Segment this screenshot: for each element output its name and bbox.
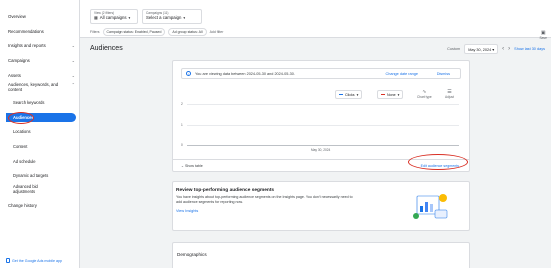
sidebar-item-campaigns[interactable]: Campaigns ⌄ — [8, 56, 75, 65]
sidebar-item-label: Advanced bid adjustments — [13, 184, 38, 194]
sidebar-item-label: Audiences, keywords, and content — [8, 82, 59, 92]
filter-chip-ad-group-status[interactable]: Ad group status: All — [168, 28, 207, 36]
review-description: You have insights about top-performing a… — [176, 195, 353, 204]
chart-gridline — [187, 104, 459, 105]
chevron-up-icon: ⌃ — [71, 82, 75, 87]
annotation-circle — [8, 112, 34, 124]
demographics-card: Demographics — [172, 242, 470, 268]
sidebar-subitem-dynamic-ad-targets[interactable]: Dynamic ad targets — [13, 171, 75, 180]
chevron-down-icon: ▾ — [183, 15, 186, 20]
sidebar-item-label: Overview — [8, 14, 26, 19]
sidebar-item-label: Insights and reports — [8, 43, 46, 48]
sidebar-item-recommendations[interactable]: Recommendations — [8, 27, 75, 36]
chevron-down-icon: ⌄ — [71, 43, 75, 48]
chevron-down-icon: ▾ — [397, 92, 400, 97]
annotation-oval — [408, 154, 468, 170]
view-selector-value: All campaigns — [99, 15, 127, 20]
y-tick-label: 0 — [181, 143, 183, 147]
metric-selector-2[interactable]: None ▾ — [377, 90, 404, 99]
chevron-down-icon: ⌄ — [71, 73, 75, 78]
dismiss-link[interactable]: Dismiss — [437, 72, 450, 76]
chart-type-button[interactable]: ∿ Chart type — [417, 89, 432, 99]
chevron-down-icon: ▾ — [128, 15, 131, 20]
sidebar-item-label: Search keywords — [13, 100, 45, 105]
date-range-label: Custom — [447, 47, 461, 51]
campaign-selector[interactable]: Campaigns (11) Select a campaign ▾ — [142, 9, 202, 24]
view-insights-link[interactable]: View Insights — [176, 209, 198, 213]
add-filter-link[interactable]: Add filter — [210, 30, 224, 34]
chevron-down-icon: ⌄ — [181, 163, 185, 168]
sidebar-item-label: Assets — [8, 73, 21, 78]
change-date-range-link[interactable]: Change date range — [385, 72, 418, 76]
sidebar-item-label: Locations — [13, 129, 31, 134]
metric-2-label: None — [387, 92, 396, 97]
x-tick-label: May 30, 2024 — [311, 148, 331, 152]
show-last-30-days-link[interactable]: Show last 30 days — [514, 47, 545, 51]
date-range-bar: Custom May 30, 2024 ▾ ‹ › Show last 30 d… — [447, 44, 545, 54]
sidebar-item-assets[interactable]: Assets ⌄ — [8, 71, 75, 80]
adjust-label: Adjust — [445, 95, 454, 99]
adjust-button[interactable]: ☰ Adjust — [445, 89, 454, 99]
chevron-down-icon: ▾ — [356, 92, 359, 97]
review-title: Review top-performing audience segments — [176, 188, 275, 193]
demographics-title: Demographics — [177, 252, 207, 257]
filters-label: Filters — [90, 30, 100, 34]
sidebar-item-label: Campaigns — [8, 58, 30, 63]
sidebar-subitem-content[interactable]: Content — [13, 142, 75, 151]
grid-icon: ▦ — [94, 15, 98, 20]
sidebar-item-label: Content — [13, 144, 28, 149]
sidebar-item-overview[interactable]: Overview — [8, 12, 75, 21]
chevron-left-icon[interactable]: ‹ — [502, 46, 504, 52]
filter-header: View (2 filters) ▦ All campaigns ▾ Campa… — [80, 0, 551, 40]
metric-selector-1[interactable]: Clicks ▾ — [335, 90, 363, 99]
sidebar-subitem-locations[interactable]: Locations — [13, 127, 75, 136]
sidebar-subitem-advanced-bid[interactable]: Advanced bid adjustments — [13, 183, 75, 195]
insights-illustration — [413, 194, 448, 219]
y-tick-label: 1 — [181, 123, 183, 127]
chart-type-label: Chart type — [417, 95, 432, 99]
date-range-picker[interactable]: May 30, 2024 ▾ — [464, 44, 499, 54]
view-selector[interactable]: View (2 filters) ▦ All campaigns ▾ — [90, 9, 138, 24]
mobile-app-link[interactable]: Get the Google Ads mobile app — [6, 258, 62, 263]
metric-color-swatch — [381, 94, 385, 95]
filter-bar: Filters Campaign status: Enabled, Paused… — [90, 28, 223, 36]
sidebar-item-label: Ad schedule — [13, 159, 36, 164]
sidebar-item-label: Recommendations — [8, 29, 44, 34]
sidebar-subitem-ad-schedule[interactable]: Ad schedule — [13, 157, 75, 166]
show-table-label: Show table — [185, 163, 203, 168]
sidebar-item-change-history[interactable]: Change history — [8, 201, 75, 210]
phone-icon — [6, 258, 10, 263]
show-table-toggle[interactable]: ⌄ Show table — [181, 164, 203, 168]
save-label: Save — [539, 36, 547, 40]
page-title: Audiences — [90, 45, 123, 52]
sidebar-item-audiences-keywords-content[interactable]: Audiences, keywords, and content ⌃ — [8, 82, 75, 96]
info-icon: i — [186, 71, 191, 76]
chevron-down-icon: ⌄ — [71, 58, 75, 63]
sidebar-subitem-search-keywords[interactable]: Search keywords — [13, 98, 75, 107]
sidebar-item-label: Change history — [8, 203, 37, 208]
chevron-down-icon: ▾ — [492, 47, 495, 52]
y-tick-label: 2 — [181, 102, 183, 106]
sidebar-item-label: Dynamic ad targets — [13, 173, 49, 178]
chevron-right-icon[interactable]: › — [508, 46, 510, 52]
filter-chip-campaign-status[interactable]: Campaign status: Enabled, Paused — [102, 28, 166, 36]
save-button[interactable]: ▣ Save — [539, 30, 547, 40]
sidebar: Overview Recommendations Insights and re… — [0, 0, 80, 268]
chart-baseline — [187, 145, 459, 146]
review-segments-card: Review top-performing audience segments … — [172, 181, 470, 231]
campaign-selector-value: Select a campaign — [146, 15, 182, 20]
metric-1-label: Clicks — [345, 92, 355, 97]
chart-gridline — [187, 125, 459, 126]
sidebar-item-insights[interactable]: Insights and reports ⌄ — [8, 41, 75, 50]
banner-text: You are viewing data between 2024-05-30 … — [195, 71, 295, 76]
date-info-banner: i You are viewing data between 2024-05-3… — [181, 68, 461, 79]
metric-color-swatch — [339, 94, 343, 95]
mobile-app-label: Get the Google Ads mobile app — [12, 258, 62, 263]
date-range-value: May 30, 2024 — [468, 47, 492, 52]
